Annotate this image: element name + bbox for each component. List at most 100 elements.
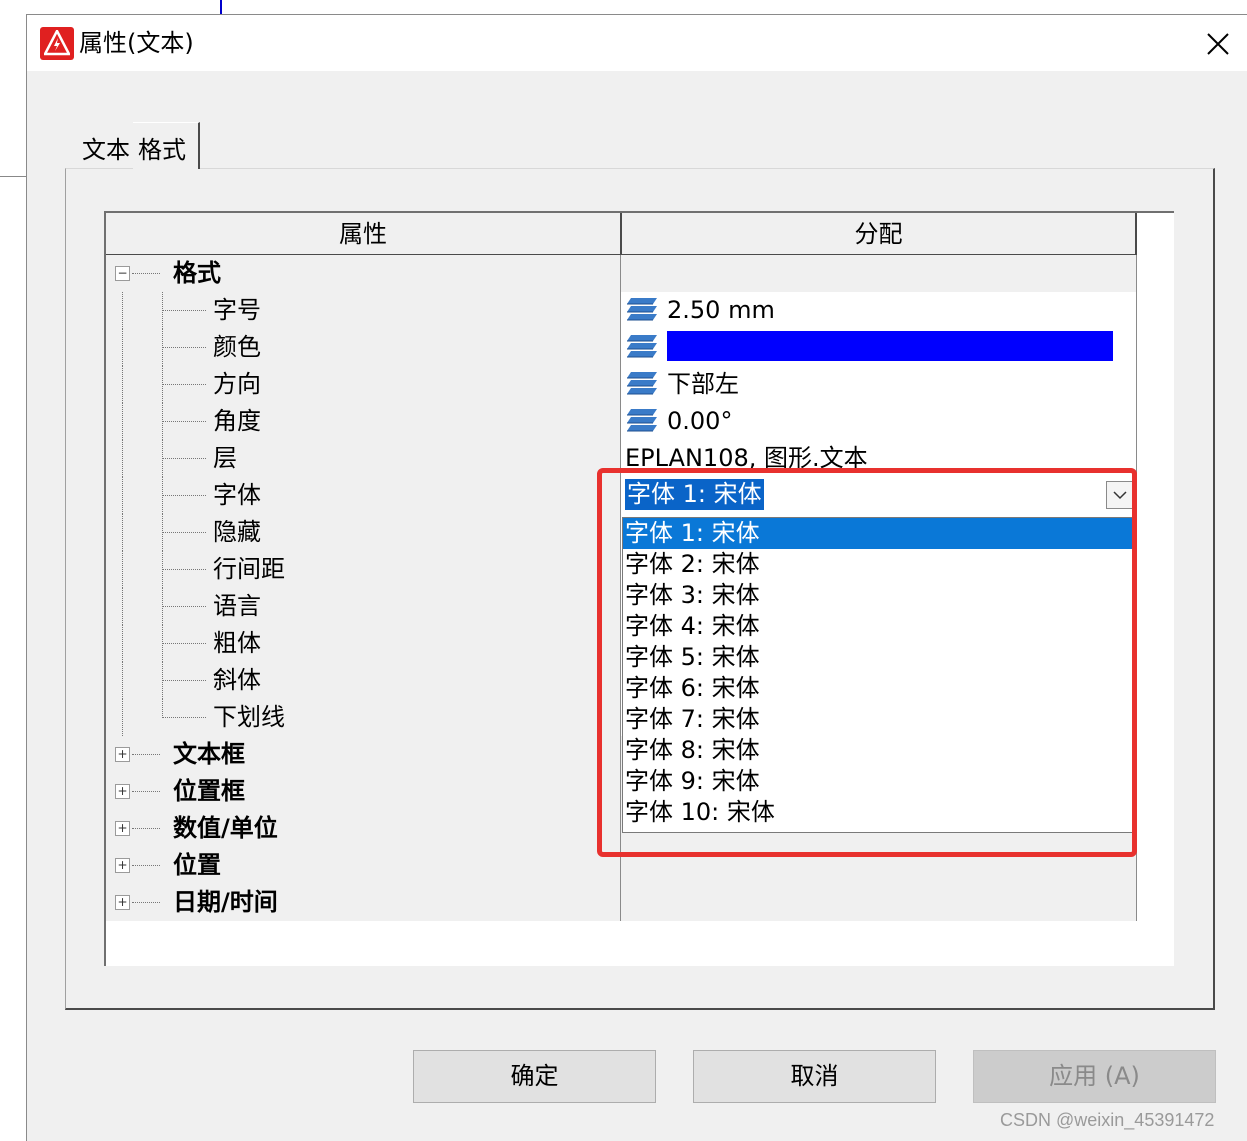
- expand-icon[interactable]: +: [115, 821, 130, 836]
- property-label: 字号: [213, 296, 261, 324]
- property-value: 下部左: [667, 370, 739, 398]
- expand-icon[interactable]: +: [115, 784, 130, 799]
- property-label: 语言: [213, 592, 261, 620]
- collapse-icon[interactable]: −: [115, 266, 130, 281]
- property-label: 字体: [213, 481, 261, 509]
- grid-header: 属性 分配: [106, 213, 1137, 255]
- title-bar: 属性(文本): [27, 15, 1247, 71]
- font-option[interactable]: 字体 5: 宋体: [623, 642, 1133, 673]
- property-cell: − 格式: [106, 255, 621, 292]
- property-cell: 字体: [106, 477, 621, 514]
- font-option[interactable]: 字体 2: 宋体: [623, 549, 1133, 580]
- property-label: 层: [213, 444, 237, 472]
- tree-connector: [122, 699, 123, 736]
- tree-connector: [122, 514, 123, 551]
- property-cell: 层: [106, 440, 621, 477]
- font-option[interactable]: 字体 7: 宋体: [623, 704, 1133, 735]
- property-cell: + 日期/时间: [106, 884, 621, 921]
- grid-property-row[interactable]: 角度 0.00°: [106, 403, 1137, 440]
- expand-icon[interactable]: +: [115, 858, 130, 873]
- tree-connector: [162, 495, 206, 496]
- font-dropdown-list[interactable]: 字体 1: 宋体 字体 2: 宋体 字体 3: 宋体 字体 4: 宋体 字体 5: 宋体…: [622, 517, 1134, 833]
- property-cell: + 数值/单位: [106, 810, 621, 847]
- tree-connector: [162, 699, 163, 718]
- property-cell: + 位置: [106, 847, 621, 884]
- value-cell: [621, 255, 1137, 292]
- tab-format[interactable]: 格式: [133, 122, 200, 169]
- grid-property-row[interactable]: 字号 2.50 mm: [106, 292, 1137, 329]
- property-cell: + 文本框: [106, 736, 621, 773]
- property-label: 隐藏: [213, 518, 261, 546]
- tree-connector: [162, 643, 206, 644]
- property-label: 行间距: [213, 555, 285, 583]
- grid-property-row[interactable]: 字体 字体 1: 宋体: [106, 477, 1137, 514]
- font-option[interactable]: 字体 6: 宋体: [623, 673, 1133, 704]
- chevron-down-icon[interactable]: [1106, 481, 1134, 509]
- font-combobox[interactable]: 字体 1: 宋体: [621, 477, 1137, 514]
- tree-connector: [122, 292, 123, 329]
- property-cell: 下划线: [106, 699, 621, 736]
- tree-connector: [162, 532, 206, 533]
- property-cell: 行间距: [106, 551, 621, 588]
- column-header-property[interactable]: 属性: [106, 213, 622, 255]
- property-value: 2.50 mm: [667, 296, 775, 324]
- tree-connector: [122, 588, 123, 625]
- grid-property-row[interactable]: 方向 下部左: [106, 366, 1137, 403]
- group-label: 数值/单位: [173, 814, 278, 842]
- layer-stack-icon: [627, 372, 657, 395]
- grid-group-row[interactable]: − 格式: [106, 255, 1137, 292]
- value-cell: [621, 847, 1137, 884]
- group-label: 文本框: [173, 740, 245, 768]
- tree-connector: [162, 458, 206, 459]
- font-option[interactable]: 字体 1: 宋体: [623, 518, 1133, 549]
- value-cell[interactable]: 下部左: [621, 366, 1137, 403]
- close-icon[interactable]: [1201, 27, 1235, 61]
- value-cell[interactable]: EPLAN108, 图形.文本: [621, 440, 1137, 477]
- tree-connector: [122, 662, 123, 699]
- font-option[interactable]: 字体 8: 宋体: [623, 735, 1133, 766]
- grid-property-row[interactable]: 颜色: [106, 329, 1137, 366]
- property-grid: 属性 分配 − 格式字号 2.50 mm 颜色方向 下部左角度 0.00° 层 EPLAN10…: [104, 211, 1174, 966]
- group-label: 日期/时间: [173, 888, 278, 916]
- apply-button[interactable]: 应用 (A): [973, 1050, 1216, 1103]
- tree-connector: [122, 366, 123, 403]
- property-cell: 语言: [106, 588, 621, 625]
- tree-connector: [122, 440, 123, 477]
- color-swatch[interactable]: [667, 331, 1113, 361]
- watermark: CSDN @weixin_45391472: [1000, 1110, 1215, 1130]
- property-value: 0.00°: [667, 407, 733, 435]
- tree-connector: [132, 865, 160, 866]
- column-header-value[interactable]: 分配: [622, 213, 1137, 255]
- value-cell[interactable]: 2.50 mm: [621, 292, 1137, 329]
- tree-connector: [162, 717, 206, 718]
- font-option[interactable]: 字体 10: 宋体: [623, 797, 1133, 828]
- cancel-button[interactable]: 取消: [693, 1050, 936, 1103]
- font-option[interactable]: 字体 9: 宋体: [623, 766, 1133, 797]
- grid-property-row[interactable]: 层 EPLAN108, 图形.文本: [106, 440, 1137, 477]
- value-cell[interactable]: [621, 329, 1137, 366]
- expand-icon[interactable]: +: [115, 895, 130, 910]
- group-label: 位置框: [173, 777, 245, 805]
- grid-group-row[interactable]: + 位置: [106, 847, 1137, 884]
- ok-button[interactable]: 确定: [413, 1050, 656, 1103]
- eplan-app-icon: [40, 27, 74, 60]
- group-label: 位置: [173, 851, 221, 879]
- expand-icon[interactable]: +: [115, 747, 130, 762]
- font-option[interactable]: 字体 3: 宋体: [623, 580, 1133, 611]
- property-label: 下划线: [213, 703, 285, 731]
- dialog-title: 属性(文本): [79, 29, 194, 57]
- tree-connector: [132, 902, 160, 903]
- value-cell[interactable]: 0.00°: [621, 403, 1137, 440]
- property-cell: 粗体: [106, 625, 621, 662]
- property-cell: 隐藏: [106, 514, 621, 551]
- layer-stack-icon: [627, 409, 657, 432]
- property-cell: 字号: [106, 292, 621, 329]
- property-label: 方向: [213, 370, 261, 398]
- font-option[interactable]: 字体 4: 宋体: [623, 611, 1133, 642]
- grid-group-row[interactable]: + 日期/时间: [106, 884, 1137, 921]
- property-label: 粗体: [213, 629, 261, 657]
- background-line: [220, 0, 222, 14]
- properties-dialog: 属性(文本) 文本 格式 属性 分配 − 格式字号 2.50 mm 颜色方向 下部左角度…: [26, 14, 1247, 1141]
- tab-text[interactable]: 文本: [77, 132, 133, 168]
- property-cell: 斜体: [106, 662, 621, 699]
